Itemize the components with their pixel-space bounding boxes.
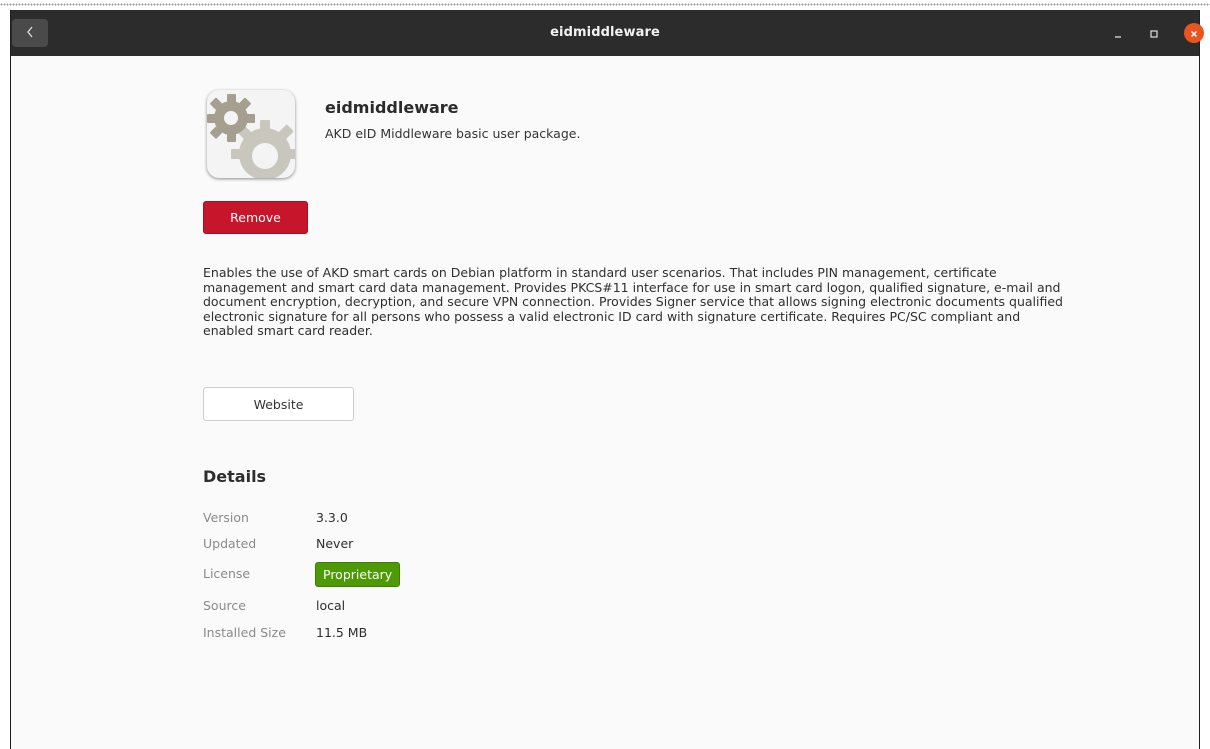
details-key: License <box>203 566 251 581</box>
source-value: local <box>316 598 346 613</box>
details-key: Installed Size <box>203 625 286 640</box>
details-key: Updated <box>203 536 257 551</box>
app-window: eidmiddleware eidmiddleware AKD eID Midd… <box>10 10 1204 749</box>
maximize-icon <box>1149 24 1159 43</box>
website-button[interactable]: Website <box>203 387 354 421</box>
screen-border <box>0 0 1210 10</box>
gears-icon <box>207 90 295 178</box>
window-title: eidmiddleware <box>550 25 660 40</box>
maximize-button[interactable] <box>1144 23 1164 43</box>
header-bar: eidmiddleware <box>11 10 1204 56</box>
installed-size-value: 11.5 MB <box>316 625 368 640</box>
remove-button[interactable]: Remove <box>203 201 308 234</box>
details-title: Details <box>203 467 267 486</box>
close-icon <box>1189 24 1199 43</box>
app-description: Enables the use of AKD smart cards on De… <box>203 265 1063 339</box>
details-key: Source <box>203 598 246 613</box>
app-name: eidmiddleware <box>325 98 459 117</box>
updated-value: Never <box>316 536 354 551</box>
details-key: Version <box>203 510 249 525</box>
version-value: 3.3.0 <box>316 510 348 525</box>
close-button[interactable] <box>1184 23 1204 43</box>
minimize-button[interactable] <box>1108 23 1128 43</box>
app-summary: AKD eID Middleware basic user package. <box>325 126 581 141</box>
license-badge[interactable]: Proprietary <box>315 562 401 587</box>
minimize-icon <box>1113 24 1123 43</box>
